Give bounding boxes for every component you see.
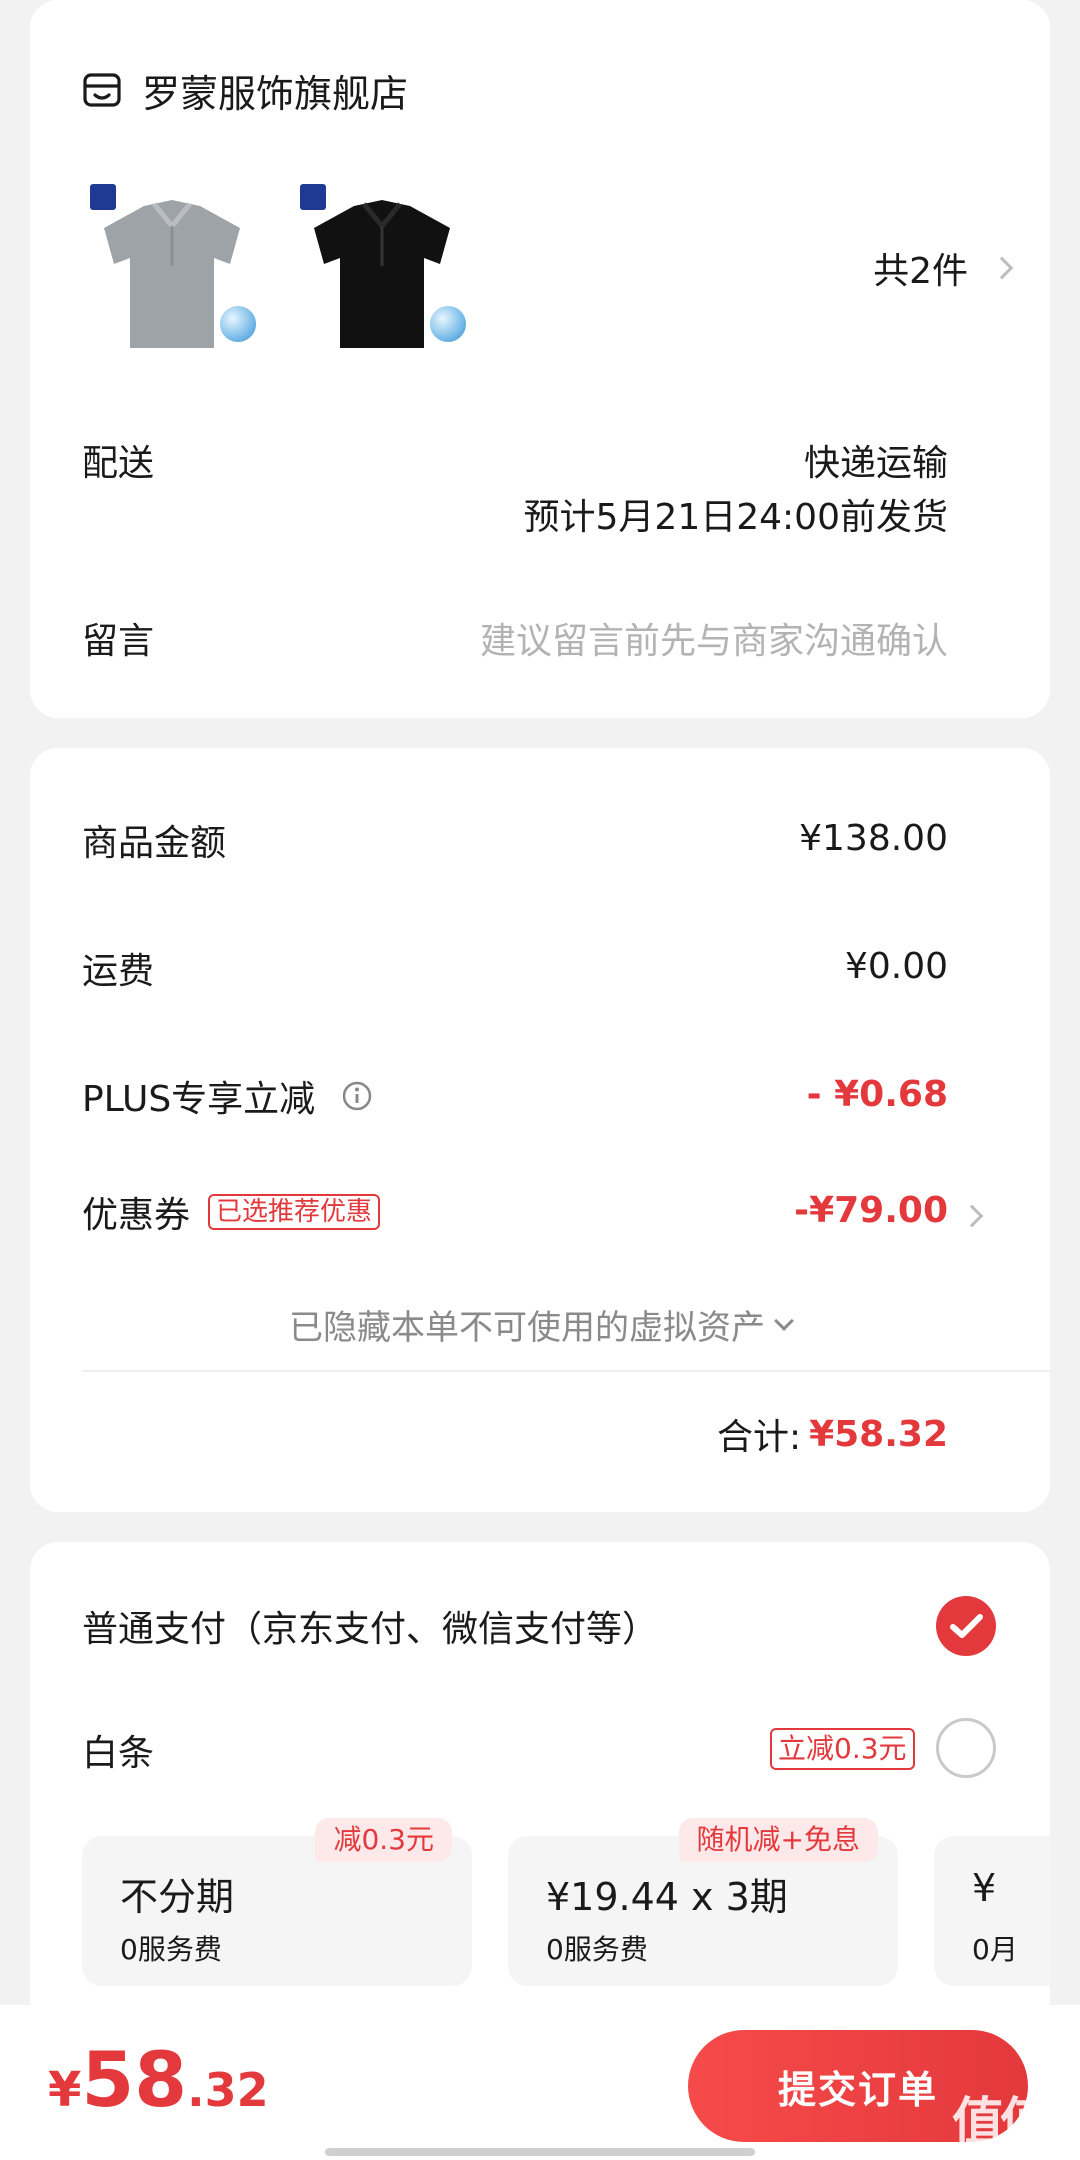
item-count-link[interactable]: 共2件	[790, 240, 1020, 296]
store-name: 罗蒙服饰旗舰店	[142, 71, 409, 116]
site-watermark-url: zhizhizhi.com	[945, 2140, 1055, 2159]
installment-plan-card[interactable]: ¥ 0月	[934, 1836, 1050, 1986]
plan-title: ¥19.44 x 3期	[546, 1875, 788, 1919]
price-decimal: .32	[187, 2063, 269, 2117]
chevron-down-icon	[774, 1310, 794, 1331]
product-thumbnail[interactable]	[292, 176, 472, 356]
plan-badge: 随机减+免息	[678, 1818, 878, 1862]
installment-plan-card[interactable]: 随机减+免息 ¥19.44 x 3期 0服务费	[508, 1818, 898, 1986]
normal-payment-option[interactable]: 普通支付（京东支付、微信支付等）	[82, 1600, 658, 1652]
delivery-method[interactable]: 快递运输	[804, 434, 948, 486]
plan-title: 不分期	[120, 1875, 235, 1919]
chevron-right-icon	[960, 1204, 984, 1228]
product-thumbnail[interactable]	[82, 176, 262, 356]
baitiao-radio[interactable]	[936, 1718, 996, 1778]
delivery-label: 配送	[82, 443, 155, 484]
selected-check-icon[interactable]	[936, 1596, 996, 1656]
home-indicator[interactable]	[325, 2148, 755, 2156]
store-card: 罗蒙服饰旗舰店 共2件 配送 快递运输 预计5月21日24:00前发货 留言 建…	[30, 0, 1050, 718]
total-row: 合计: ¥58.32	[717, 1408, 948, 1460]
baitiao-label: 白条	[82, 1733, 155, 1774]
coupon-value[interactable]: -¥79.00	[794, 1190, 948, 1231]
store-icon	[82, 70, 122, 110]
store-header[interactable]: 罗蒙服饰旗舰店	[82, 62, 408, 118]
item-count: 共2件	[873, 251, 968, 292]
shipping-value: ¥0.00	[844, 946, 948, 987]
price-integer: 58	[81, 2035, 188, 2124]
shipping-label: 运费	[82, 951, 155, 992]
coupon-recommended-tag: 已选推荐优惠	[208, 1194, 381, 1230]
normal-payment-label: 普通支付（京东支付、微信支付等）	[82, 1609, 659, 1650]
plan-fee: 0服务费	[120, 1933, 222, 1966]
price-summary-card: 商品金额 ¥138.00 运费 ¥0.00 PLUS专享立减 - ¥0.68 优…	[30, 748, 1050, 1512]
total-label: 合计:	[716, 1417, 802, 1458]
plan-fee: 0服务费	[546, 1933, 648, 1966]
hidden-assets-toggle[interactable]: 已隐藏本单不可使用的虚拟资产	[30, 1300, 1050, 1349]
info-icon[interactable]	[341, 1080, 373, 1112]
plus-discount-row: PLUS专享立减	[82, 1070, 373, 1122]
hidden-assets-text: 已隐藏本单不可使用的虚拟资产	[289, 1308, 765, 1348]
plan-badge: 减0.3元	[315, 1818, 452, 1862]
coupon-label: 优惠券	[82, 1195, 191, 1236]
coupon-row[interactable]: 优惠券 已选推荐优惠	[82, 1186, 381, 1238]
message-label: 留言	[82, 621, 155, 662]
plus-discount-label: PLUS专享立减	[82, 1079, 316, 1120]
bottom-bar: ¥ 58 .32 提交订单	[0, 2005, 1080, 2160]
payment-card: 普通支付（京东支付、微信支付等） 白条 立减0.3元 减0.3元 不分期 0服务…	[30, 1542, 1050, 2042]
cooling-badge-icon	[218, 304, 258, 344]
chevron-right-icon	[990, 256, 1014, 280]
installment-plan-card[interactable]: 减0.3元 不分期 0服务费	[82, 1818, 472, 1986]
delivery-estimate: 预计5月21日24:00前发货	[523, 497, 948, 538]
goods-amount-value: ¥138.00	[799, 818, 948, 859]
total-price: ¥ 58 .32	[48, 2035, 269, 2124]
total-value: ¥58.32	[809, 1413, 948, 1455]
plan-title: ¥	[972, 1866, 997, 1910]
goods-amount-label: 商品金额	[82, 823, 227, 864]
divider	[82, 1370, 1050, 1372]
message-input[interactable]: 建议留言前先与商家沟通确认	[480, 612, 948, 664]
plus-discount-value: - ¥0.68	[806, 1074, 948, 1115]
price-currency: ¥	[48, 2062, 82, 2118]
cooling-badge-icon	[428, 304, 468, 344]
baitiao-discount-tag: 立减0.3元	[770, 1728, 915, 1770]
plan-fee: 0月	[972, 1933, 1018, 1966]
